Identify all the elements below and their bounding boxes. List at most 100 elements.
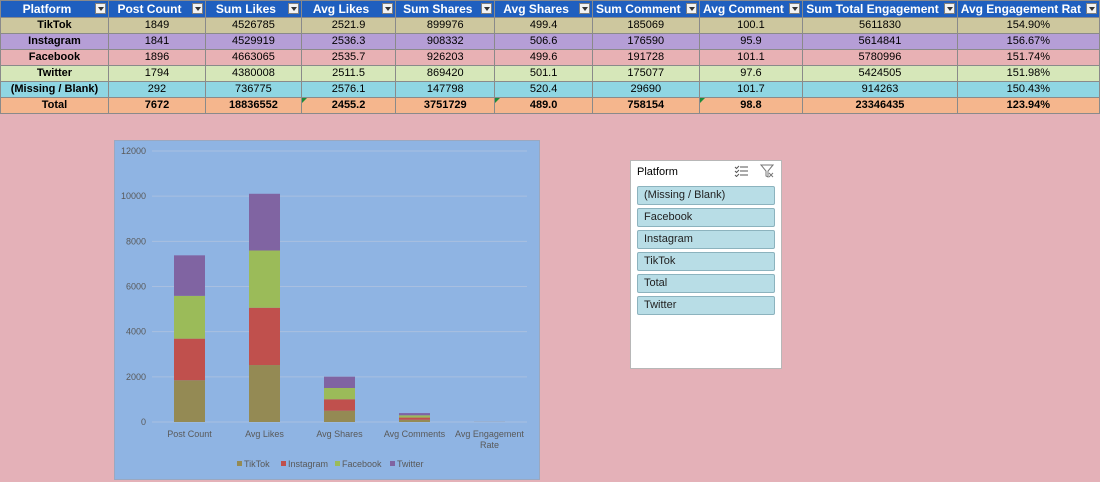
cell[interactable]: 520.4 [494, 81, 593, 98]
bar-segment-facebook [249, 250, 280, 308]
legend-label: TikTok [244, 459, 270, 469]
cell[interactable]: 154.90% [956, 17, 1100, 34]
slicer-item[interactable]: Twitter [637, 296, 775, 315]
cell[interactable]: 2536.3 [300, 33, 397, 50]
cell[interactable]: 2455.2 [300, 97, 397, 114]
cell[interactable]: 5780996 [802, 49, 958, 66]
cell[interactable]: 100.1 [698, 17, 804, 34]
cell[interactable]: 23346435 [802, 97, 958, 114]
header-sum-comments[interactable]: Sum Comment [591, 0, 700, 18]
cell[interactable]: 95.9 [698, 33, 804, 50]
cell[interactable]: 4526785 [205, 17, 302, 34]
cell[interactable]: 4380008 [205, 65, 302, 82]
filter-dropdown-icon[interactable] [578, 3, 590, 14]
cell[interactable]: 1896 [107, 49, 207, 66]
cell[interactable]: 5424505 [802, 65, 958, 82]
filter-dropdown-icon[interactable] [685, 3, 697, 14]
cell[interactable]: 914263 [802, 81, 958, 98]
filter-dropdown-icon[interactable] [192, 3, 204, 14]
cell[interactable]: 98.8 [698, 97, 804, 114]
cell[interactable]: 185069 [591, 17, 700, 34]
cell-platform[interactable]: Total [0, 97, 109, 114]
cell[interactable]: 2576.1 [300, 81, 397, 98]
cell[interactable]: 7672 [107, 97, 207, 114]
cell[interactable]: 2535.7 [300, 49, 397, 66]
legend-label: Instagram [288, 459, 328, 469]
header-sum-shares[interactable]: Sum Shares [395, 0, 496, 18]
cell[interactable]: 926203 [395, 49, 496, 66]
cell[interactable]: 123.94% [956, 97, 1100, 114]
header-sum-likes[interactable]: Sum Likes [205, 0, 302, 18]
cell[interactable]: 176590 [591, 33, 700, 50]
cell-platform[interactable]: Twitter [0, 65, 109, 82]
cell[interactable]: 4529919 [205, 33, 302, 50]
filter-dropdown-icon[interactable] [94, 3, 106, 14]
cell-platform[interactable]: (Missing / Blank) [0, 81, 109, 98]
stacked-bar-chart[interactable]: 0 2000 4000 6000 8000 10000 12000 Post Count Avg… [114, 140, 540, 480]
multi-select-icon[interactable] [734, 165, 748, 177]
cell[interactable]: 5611830 [802, 17, 958, 34]
slicer-item[interactable]: (Missing / Blank) [637, 186, 775, 205]
header-avg-comments[interactable]: Avg Comment [698, 0, 804, 18]
cell[interactable]: 5614841 [802, 33, 958, 50]
cell[interactable]: 18836552 [205, 97, 302, 114]
header-post-count[interactable]: Post Count [107, 0, 207, 18]
cell[interactable]: 3751729 [395, 97, 496, 114]
legend-swatch [237, 461, 242, 466]
bar-segment-tiktok [249, 365, 280, 422]
cell[interactable]: 147798 [395, 81, 496, 98]
cell[interactable]: 899976 [395, 17, 496, 34]
bar-segment-instagram [324, 399, 355, 411]
cell[interactable]: 736775 [205, 81, 302, 98]
cell[interactable]: 2521.9 [300, 17, 397, 34]
cell[interactable]: 501.1 [494, 65, 593, 82]
cell[interactable]: 29690 [591, 81, 700, 98]
cell[interactable]: 150.43% [956, 81, 1100, 98]
table-row: (Missing / Blank) 292 736775 2576.1 1477… [0, 81, 1100, 98]
clear-filter-icon[interactable] [760, 164, 774, 178]
cell[interactable]: 908332 [395, 33, 496, 50]
cell[interactable]: 758154 [591, 97, 700, 114]
cell[interactable]: 1849 [107, 17, 207, 34]
cell[interactable]: 191728 [591, 49, 700, 66]
cell[interactable]: 506.6 [494, 33, 593, 50]
cell[interactable]: 97.6 [698, 65, 804, 82]
slicer-item[interactable]: Instagram [637, 230, 775, 249]
bar-segment-instagram [399, 417, 430, 420]
cell-platform[interactable]: Facebook [0, 49, 109, 66]
cell[interactable]: 2511.5 [300, 65, 397, 82]
cell[interactable]: 1794 [107, 65, 207, 82]
filter-dropdown-icon[interactable] [1086, 3, 1097, 14]
cell[interactable]: 156.67% [956, 33, 1100, 50]
cell-platform[interactable]: TikTok [0, 17, 109, 34]
filter-dropdown-icon[interactable] [287, 3, 299, 14]
header-avg-engagement-rate[interactable]: Avg Engagement Rat [956, 0, 1100, 18]
cell-platform[interactable]: Instagram [0, 33, 109, 50]
filter-dropdown-icon[interactable] [481, 3, 493, 14]
filter-dropdown-icon[interactable] [789, 3, 801, 14]
header-avg-likes[interactable]: Avg Likes [300, 0, 397, 18]
legend-label: Twitter [397, 459, 424, 469]
slicer-item[interactable]: Total [637, 274, 775, 293]
cell[interactable]: 489.0 [494, 97, 593, 114]
cell[interactable]: 499.4 [494, 17, 593, 34]
cell[interactable]: 101.7 [698, 81, 804, 98]
slicer-item[interactable]: TikTok [637, 252, 775, 271]
platform-slicer[interactable]: Platform (Missing / Blank) Facebook Inst… [630, 160, 782, 369]
cell[interactable]: 869420 [395, 65, 496, 82]
header-sum-total-engagement[interactable]: Sum Total Engagement [802, 0, 958, 18]
cell[interactable]: 292 [107, 81, 207, 98]
filter-dropdown-icon[interactable] [943, 3, 955, 14]
x-category-label: Rate [480, 440, 499, 450]
slicer-item[interactable]: Facebook [637, 208, 775, 227]
cell[interactable]: 151.98% [956, 65, 1100, 82]
cell[interactable]: 151.74% [956, 49, 1100, 66]
header-platform[interactable]: Platform [0, 0, 109, 18]
cell[interactable]: 1841 [107, 33, 207, 50]
cell[interactable]: 175077 [591, 65, 700, 82]
filter-dropdown-icon[interactable] [382, 3, 394, 14]
cell[interactable]: 499.6 [494, 49, 593, 66]
header-avg-shares[interactable]: Avg Shares [494, 0, 593, 18]
cell[interactable]: 101.1 [698, 49, 804, 66]
cell[interactable]: 4663065 [205, 49, 302, 66]
